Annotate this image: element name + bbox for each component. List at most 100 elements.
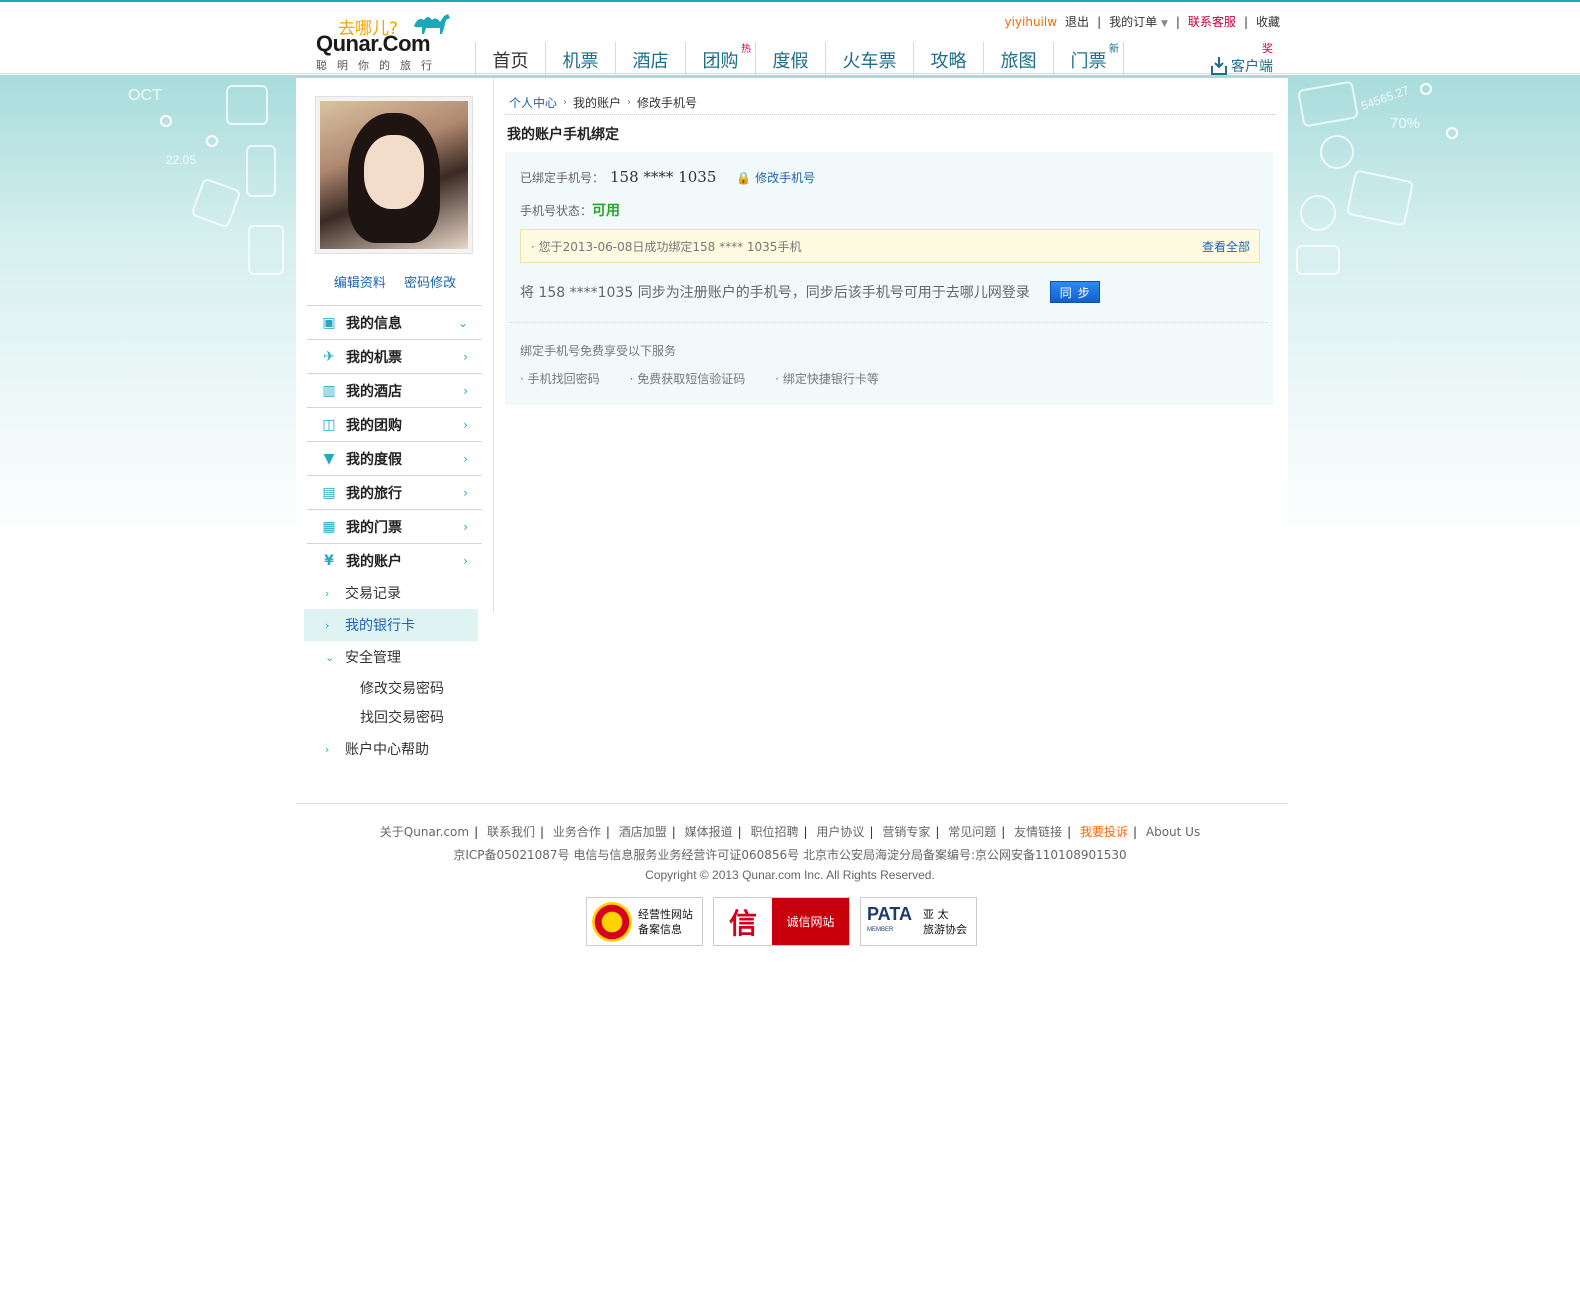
menu-label: 我的信息 xyxy=(346,315,402,332)
footer-link[interactable]: 用户协议 xyxy=(816,825,864,839)
phone-doodle-icon xyxy=(246,145,276,197)
calendar-doodle-icon xyxy=(226,85,268,125)
menu-my-vacation[interactable]: ▼ 我的度假 › xyxy=(307,441,482,475)
menu-my-hotels[interactable]: ▥ 我的酒店 › xyxy=(307,373,482,407)
bg-dot xyxy=(1420,83,1432,95)
luggage-doodle-icon xyxy=(248,225,284,275)
security-change-trade-password[interactable]: 修改交易密码 xyxy=(307,673,482,702)
menu-my-info[interactable]: ▣ 我的信息 ⌄ xyxy=(307,305,482,339)
chevron-right-icon: › xyxy=(627,96,632,108)
nav-label: 火车票 xyxy=(842,51,897,72)
submenu-bank-cards[interactable]: › 我的银行卡 xyxy=(304,609,478,641)
chevron-right-icon: › xyxy=(463,451,468,466)
badge-trusted-site[interactable]: 信 诚信网站 xyxy=(713,897,850,946)
security-recover-trade-password[interactable]: 找回交易密码 xyxy=(307,702,482,731)
map-doodle-icon xyxy=(1345,169,1415,227)
my-orders-dropdown[interactable]: 我的订单 ▼ xyxy=(1109,13,1168,30)
footer-link[interactable]: 职位招聘 xyxy=(751,825,799,839)
edit-profile-link[interactable]: 编辑资料 xyxy=(334,276,386,291)
nav-label: 门票 xyxy=(1070,51,1107,72)
badge-pata[interactable]: PATA MEMBER 亚 太旅游协会 xyxy=(860,897,977,946)
chevron-down-icon: ⌄ xyxy=(457,315,468,330)
submenu-label: 我的银行卡 xyxy=(345,618,415,634)
menu-my-flights[interactable]: ✈ 我的机票 › xyxy=(307,339,482,373)
nav-hotels[interactable]: 酒店 xyxy=(615,42,685,76)
pata-logo: PATA xyxy=(867,903,912,924)
nav-tickets[interactable]: 门票新 xyxy=(1053,42,1123,76)
sync-text: 将 158 ****1035 同步为注册账户的手机号，同步后该手机号可用于去哪儿… xyxy=(520,285,1030,301)
submenu-security[interactable]: ⌄ 安全管理 xyxy=(307,641,482,673)
site-header: 去哪儿? Qunar.Com 聪明你的旅行 yiyihuilw 退出 | 我的订… xyxy=(0,2,1580,76)
footer-link[interactable]: 酒店加盟 xyxy=(619,825,667,839)
submenu-help[interactable]: › 账户中心帮助 xyxy=(307,733,482,765)
footer-link[interactable]: 营销专家 xyxy=(882,825,930,839)
benefit-item: · 手机找回密码 xyxy=(520,372,600,386)
footer-link[interactable]: 友情链接 xyxy=(1014,825,1062,839)
bg-deco-text: 54565.27 xyxy=(1359,82,1411,114)
badge-website-registration[interactable]: 经营性网站 备案信息 xyxy=(586,897,703,946)
logout-link[interactable]: 退出 xyxy=(1065,13,1089,30)
footer-divider xyxy=(296,803,1288,804)
favorite-link[interactable]: 收藏 xyxy=(1256,13,1280,30)
qunar-logo[interactable]: 去哪儿? Qunar.Com 聪明你的旅行 xyxy=(316,12,456,72)
chevron-down-icon: ⌄ xyxy=(325,650,335,664)
badge2-left: 信 xyxy=(714,898,772,945)
nav-guide[interactable]: 攻略 xyxy=(913,42,983,76)
benefit-list: · 手机找回密码 · 免费获取短信验证码 · 绑定快捷银行卡等 xyxy=(520,370,879,387)
bound-phone-value: 158 **** 1035 xyxy=(610,168,717,186)
nav-label: 团购 xyxy=(702,51,739,72)
change-phone-link[interactable]: 🔒 修改手机号 xyxy=(736,169,815,186)
chevron-down-icon: ▼ xyxy=(1160,19,1168,29)
nav-flights[interactable]: 机票 xyxy=(545,42,615,76)
chevron-right-icon: › xyxy=(325,618,330,632)
badge3-line1: 亚 太 xyxy=(923,907,949,921)
menu-my-groupbuy[interactable]: ◫ 我的团购 › xyxy=(307,407,482,441)
suitcase-icon: ▤ xyxy=(322,484,336,501)
nav-vacation[interactable]: 度假 xyxy=(755,42,825,76)
footer-link[interactable]: 常见问题 xyxy=(948,825,996,839)
hot-tag: 热 xyxy=(741,44,751,55)
nav-photo[interactable]: 旅图 xyxy=(983,42,1053,76)
badge2-right: 诚信网站 xyxy=(772,898,849,945)
client-download-link[interactable]: 客户端 奖 xyxy=(1210,42,1273,76)
sync-button[interactable]: 同步 xyxy=(1049,281,1100,303)
chevron-right-icon: › xyxy=(463,349,468,364)
breadcrumb-my-account[interactable]: 我的账户 xyxy=(573,94,621,111)
footer-link[interactable]: 媒体报道 xyxy=(685,825,733,839)
new-tag: 新 xyxy=(1109,44,1119,55)
footer-link[interactable]: 联系我们 xyxy=(487,825,535,839)
contact-service-link[interactable]: 联系客服 xyxy=(1188,13,1236,30)
binding-notice: · 您于2013-06-08日成功绑定158 **** 1035手机 查看全部 xyxy=(520,229,1260,263)
chevron-right-icon: › xyxy=(463,417,468,432)
menu-my-tickets[interactable]: ▦ 我的门票 › xyxy=(307,509,482,543)
page-title: 我的账户手机绑定 xyxy=(507,127,619,143)
award-tag: 奖 xyxy=(1262,42,1273,55)
main-content: 个人中心 › 我的账户 › 修改手机号 我的账户手机绑定 已绑定手机号： 158… xyxy=(505,92,1275,405)
bg-deco-text: 22.05 xyxy=(166,153,197,167)
menu-my-account[interactable]: ¥ 我的账户 › xyxy=(307,543,482,577)
nav-groupbuy[interactable]: 团购热 xyxy=(685,42,755,76)
view-all-link[interactable]: 查看全部 xyxy=(1202,238,1250,255)
footer-link[interactable]: About Us xyxy=(1146,825,1200,839)
camera-doodle-icon xyxy=(190,177,242,229)
footer-link[interactable]: 业务合作 xyxy=(553,825,601,839)
chevron-right-icon: › xyxy=(563,96,568,108)
bg-dot xyxy=(1446,127,1458,139)
avatar[interactable] xyxy=(315,96,473,254)
nav-home[interactable]: 首页 xyxy=(475,42,545,76)
username-link[interactable]: yiyihuilw xyxy=(1004,15,1057,29)
footer-complaint-link[interactable]: 我要投诉 xyxy=(1080,825,1128,839)
change-phone-label: 修改手机号 xyxy=(755,171,816,185)
profile-links: 编辑资料 密码修改 xyxy=(296,272,494,291)
submenu-transactions[interactable]: › 交易记录 xyxy=(307,577,482,609)
nav-train[interactable]: 火车票 xyxy=(825,42,913,76)
chevron-right-icon: › xyxy=(463,519,468,534)
sidebar-divider xyxy=(493,78,494,613)
breadcrumb-personal-center[interactable]: 个人中心 xyxy=(509,94,557,111)
change-password-link[interactable]: 密码修改 xyxy=(404,276,456,291)
menu-my-travel[interactable]: ▤ 我的旅行 › xyxy=(307,475,482,509)
submenu-label: 账户中心帮助 xyxy=(345,742,429,758)
box-divider xyxy=(510,322,1268,323)
badge1-line2: 备案信息 xyxy=(638,922,682,936)
footer-link[interactable]: 关于Qunar.com xyxy=(380,825,469,839)
